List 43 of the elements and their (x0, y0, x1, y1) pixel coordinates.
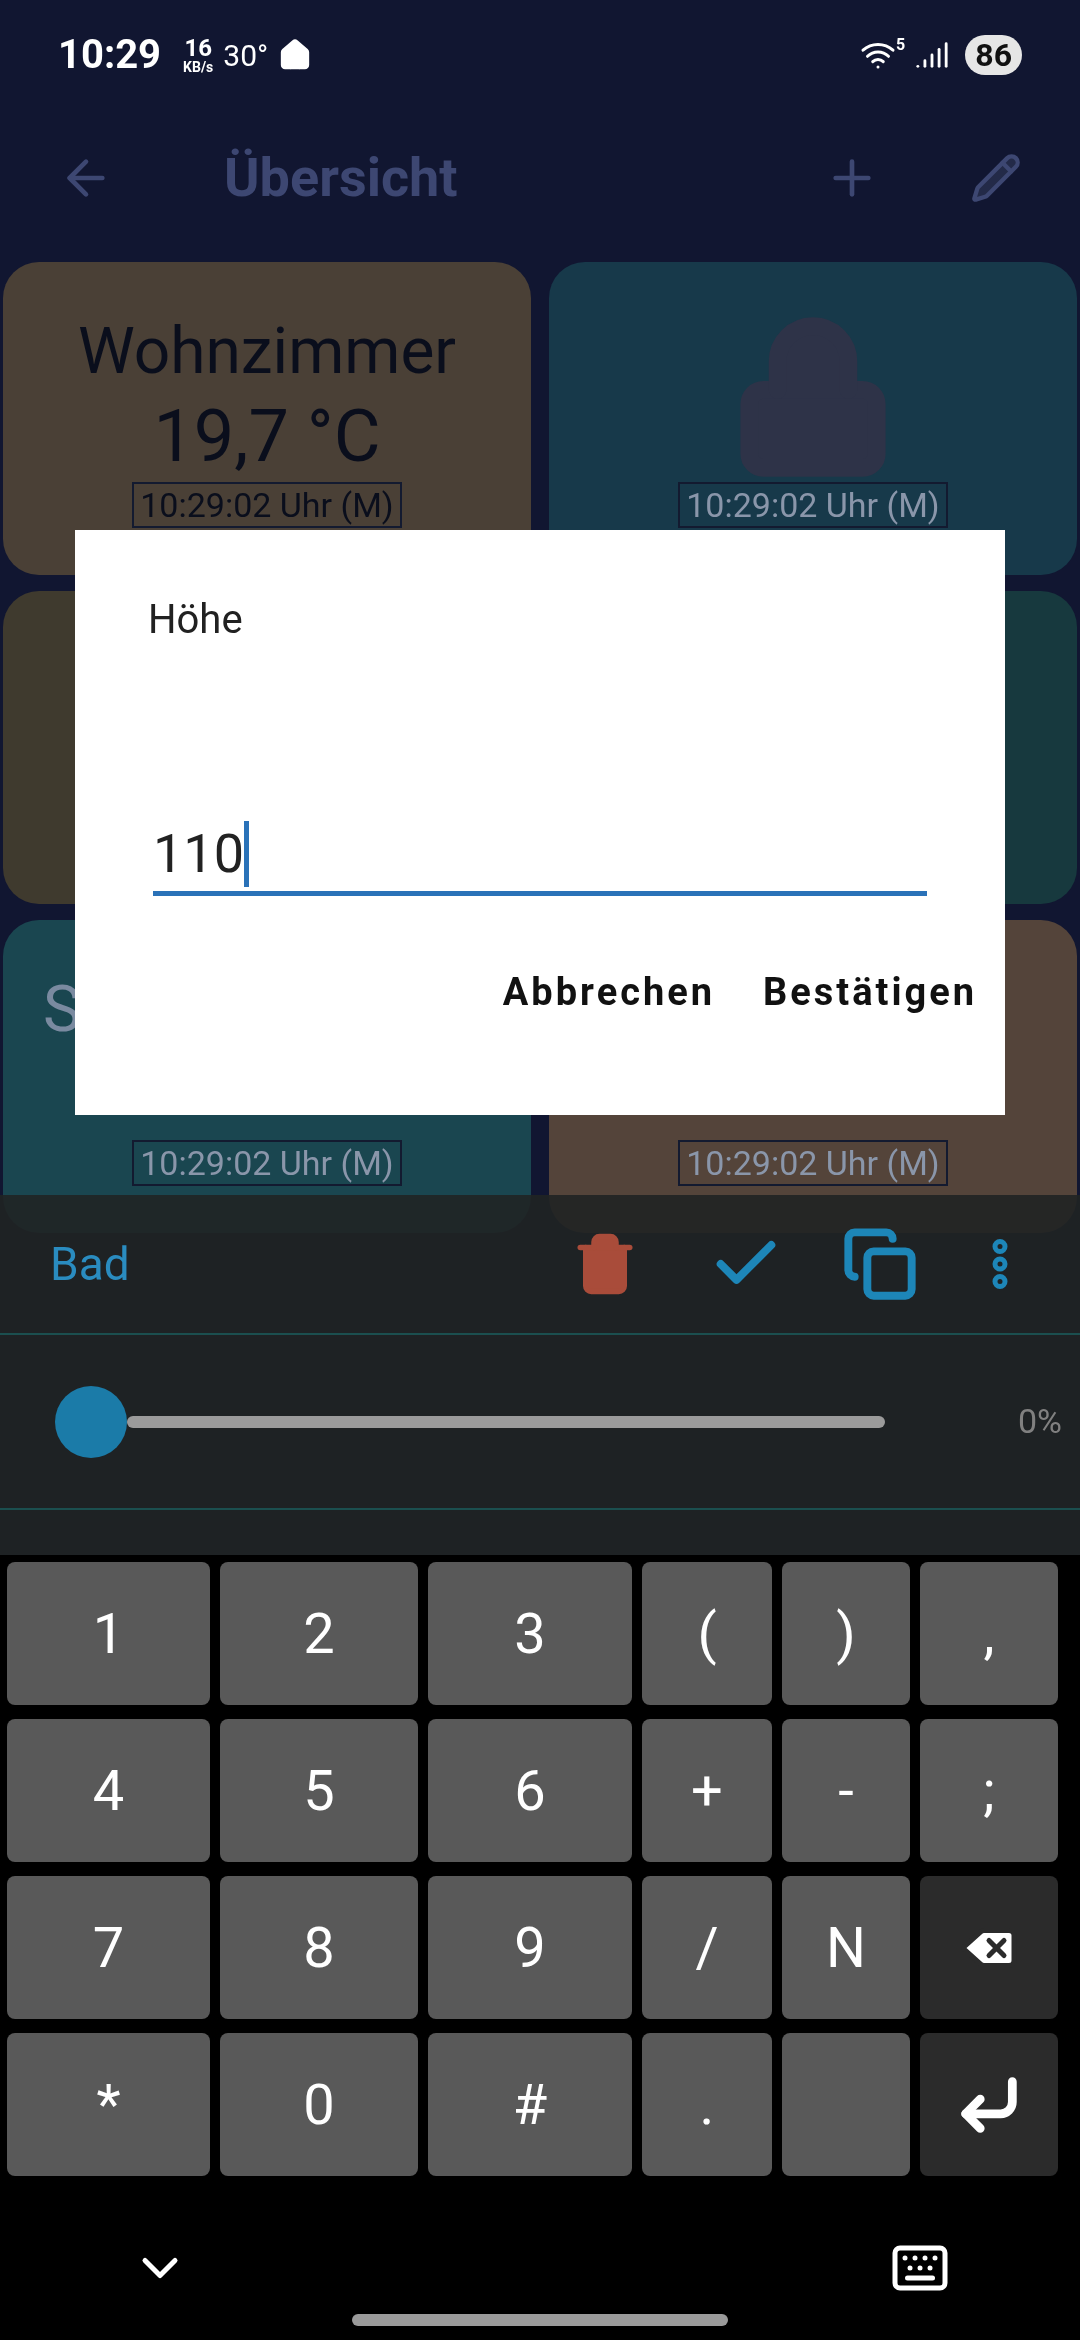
keyboard-key[interactable]: 2 (220, 1562, 418, 1705)
wifi-label: 5 (896, 34, 906, 56)
keyboard-key[interactable]: ) (782, 1562, 910, 1705)
slider-value: 0% (1018, 1400, 1062, 1443)
slider-track[interactable] (127, 1415, 885, 1428)
keyboard-key[interactable]: * (7, 2033, 210, 2176)
keyboard-key[interactable]: / (642, 1876, 772, 2019)
keyboard-key[interactable]: 4 (7, 1719, 210, 1862)
keyboard-key[interactable]: ( (642, 1562, 772, 1705)
weather-temperature: 30° (223, 36, 269, 75)
timestamp: 10:29:02 Uhr (M) (678, 482, 948, 528)
keyboard-key[interactable]: 6 (428, 1719, 632, 1862)
temperature-value: 19,7 °C (153, 393, 381, 481)
keyboard-key[interactable]: 1 (7, 1562, 210, 1705)
keyboard-key[interactable]: 3 (428, 1562, 632, 1705)
keyboard-key[interactable]: . (642, 2033, 772, 2176)
keyboard-key[interactable]: , (920, 1562, 1058, 1705)
keyboard-key[interactable]: 9 (428, 1876, 632, 2019)
keyboard-key[interactable]: # (428, 2033, 632, 2176)
status-time: 10:29 (58, 30, 162, 80)
enter-key[interactable] (920, 2033, 1058, 2176)
timestamp: 10:29:02 Uhr (M) (132, 1140, 402, 1186)
keyboard-key[interactable]: 8 (220, 1876, 418, 2019)
keyboard-key[interactable]: 5 (220, 1719, 418, 1862)
timestamp: 10:29:02 Uhr (M) (132, 482, 402, 528)
screen-title: Übersicht (224, 145, 458, 211)
dialog-title: Höhe (148, 595, 244, 645)
timestamp: 10:29:02 Uhr (M) (678, 1140, 948, 1186)
keyboard-key[interactable]: - (782, 1719, 910, 1862)
net-speed-unit: KB/s (183, 60, 214, 74)
keyboard-key[interactable]: + (642, 1719, 772, 1862)
net-speed: 16 (184, 36, 212, 60)
keyboard-key[interactable]: 7 (7, 1876, 210, 2019)
dialog-button[interactable]: Bestätigen (763, 964, 977, 1021)
backspace-key[interactable] (920, 1876, 1058, 2019)
panel-title: Bad (50, 1235, 130, 1293)
battery-level: 86 (965, 35, 1022, 75)
input-field[interactable]: 110 (153, 816, 927, 896)
keyboard-key[interactable]: 0 (220, 2033, 418, 2176)
dialog-button[interactable]: Abbrechen (502, 964, 716, 1021)
keyboard-key[interactable]: ; (920, 1719, 1058, 1862)
room-name: Wohnzimmer (77, 313, 457, 391)
keyboard-key[interactable]: N (782, 1876, 910, 2019)
